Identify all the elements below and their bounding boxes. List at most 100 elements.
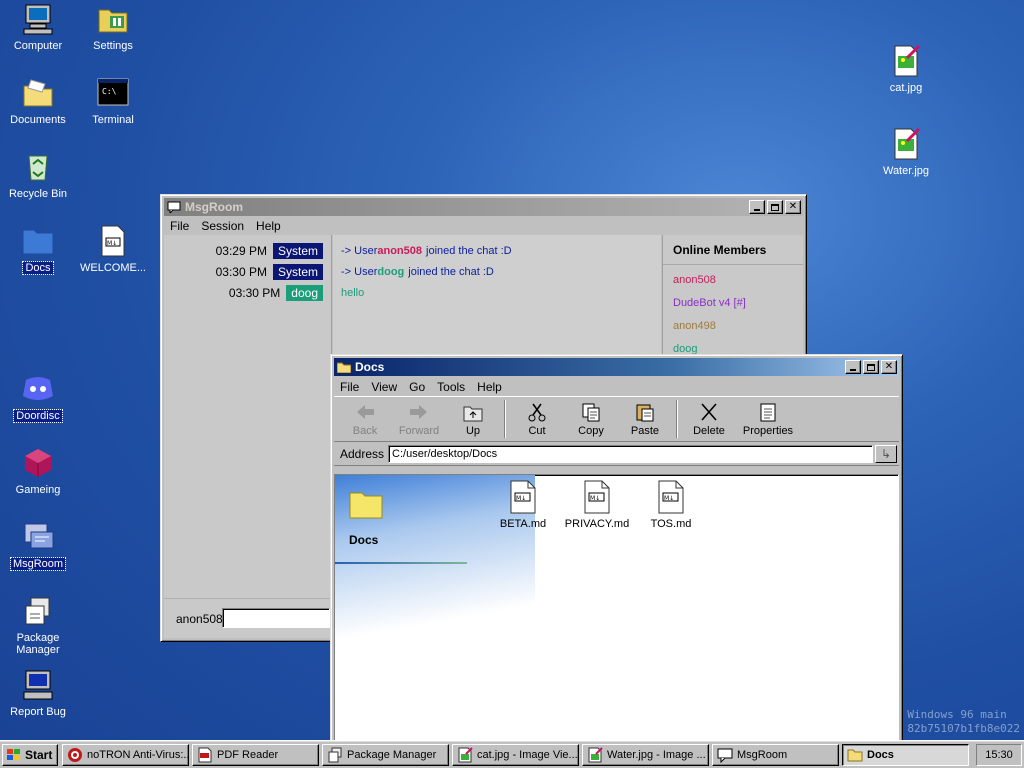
folder-icon bbox=[336, 361, 352, 374]
file-view[interactable]: Docs M↓ BETA.md M↓ PRIVACY.md M↓ TOS.md bbox=[334, 474, 899, 742]
terminal-icon: C:\ bbox=[96, 76, 130, 110]
task-label: PDF Reader bbox=[217, 748, 279, 761]
task-water-image-viewer[interactable]: Water.jpg - Image ... bbox=[582, 743, 709, 766]
file-item-tos[interactable]: M↓ TOS.md bbox=[633, 480, 709, 530]
menu-session[interactable]: Session bbox=[195, 219, 250, 233]
task-label: Water.jpg - Image ... bbox=[607, 748, 706, 761]
file-item-beta[interactable]: M↓ BETA.md bbox=[485, 480, 561, 530]
up-button[interactable]: Up bbox=[446, 397, 500, 441]
markdown-file-icon: M↓ bbox=[657, 480, 685, 514]
desktop-icon-welcome[interactable]: M↓ WELCOME... bbox=[75, 224, 151, 274]
member-item[interactable]: anon498 bbox=[663, 315, 803, 336]
sender-badge[interactable]: System bbox=[272, 264, 323, 280]
copy-button[interactable]: Copy bbox=[564, 397, 618, 441]
image-file-icon bbox=[889, 127, 923, 161]
forward-button[interactable]: Forward bbox=[392, 397, 446, 441]
message-user[interactable]: anon508 bbox=[377, 245, 422, 257]
start-button[interactable]: Start bbox=[2, 743, 58, 766]
windows-logo-icon bbox=[6, 747, 22, 763]
desktop-icon-msgroom[interactable]: MsgRoom bbox=[0, 520, 76, 571]
desktop-icon-recycle-bin[interactable]: Recycle Bin bbox=[0, 150, 76, 200]
desktop-icon-report-bug[interactable]: Report Bug bbox=[0, 668, 76, 718]
task-pdf-reader[interactable]: PDF Reader bbox=[192, 743, 319, 766]
system-tray-clock[interactable]: 15:30 bbox=[976, 743, 1022, 766]
desktop-icon-documents[interactable]: Documents bbox=[0, 76, 76, 126]
address-input[interactable]: C:/user/desktop/Docs bbox=[388, 444, 873, 463]
clock-time: 15:30 bbox=[985, 748, 1013, 761]
desktop-icon-cat-jpg[interactable]: cat.jpg bbox=[868, 44, 944, 94]
message-user[interactable]: doog bbox=[377, 266, 404, 278]
member-item[interactable]: anon508 bbox=[663, 269, 803, 290]
menu-help[interactable]: Help bbox=[250, 219, 287, 233]
maximize-button[interactable] bbox=[767, 200, 783, 214]
desktop-icon-computer[interactable]: Computer bbox=[0, 2, 76, 52]
go-button[interactable]: ↳ bbox=[875, 444, 897, 463]
message-sender-column: 03:29 PM System 03:30 PM System 03:30 PM… bbox=[164, 235, 332, 638]
svg-text:M↓: M↓ bbox=[590, 495, 600, 502]
msgroom-titlebar[interactable]: MsgRoom ✕ bbox=[164, 198, 803, 216]
message-time: 03:29 PM bbox=[215, 244, 267, 258]
desktop-icon-label: Package Manager bbox=[16, 632, 60, 656]
close-button[interactable]: ✕ bbox=[785, 200, 801, 214]
package-icon bbox=[21, 594, 55, 628]
sender-badge[interactable]: doog bbox=[286, 285, 323, 301]
maximize-icon bbox=[771, 203, 779, 211]
svg-text:M↓: M↓ bbox=[516, 495, 526, 502]
minimize-button[interactable] bbox=[749, 200, 765, 214]
task-notron-antivirus[interactable]: noTRON Anti-Virus:... bbox=[62, 743, 189, 766]
menu-tools[interactable]: Tools bbox=[431, 380, 471, 394]
desktop-icon-docs[interactable]: Docs bbox=[0, 224, 76, 275]
menu-help[interactable]: Help bbox=[471, 380, 508, 394]
desktop-icon-gameing[interactable]: Gameing bbox=[0, 446, 76, 496]
menu-view[interactable]: View bbox=[365, 380, 403, 394]
up-folder-icon bbox=[462, 402, 484, 422]
sender-badge[interactable]: System bbox=[272, 243, 323, 259]
close-button[interactable]: ✕ bbox=[881, 360, 897, 374]
back-button[interactable]: Back bbox=[338, 397, 392, 441]
paste-icon bbox=[634, 402, 656, 422]
paste-button[interactable]: Paste bbox=[618, 397, 672, 441]
menu-go[interactable]: Go bbox=[403, 380, 431, 394]
message-time: 03:30 PM bbox=[215, 265, 267, 279]
file-item-privacy[interactable]: M↓ PRIVACY.md bbox=[559, 480, 635, 530]
properties-button[interactable]: Properties bbox=[736, 397, 800, 441]
desktop-icon-label: Computer bbox=[13, 40, 63, 52]
start-label: Start bbox=[25, 747, 53, 762]
current-username[interactable]: anon508 bbox=[176, 612, 223, 626]
desktop-icon-package-manager[interactable]: Package Manager bbox=[0, 594, 76, 656]
build-watermark: Windows 96 main 82b75107b1fb8e022 bbox=[907, 708, 1020, 736]
menu-file[interactable]: File bbox=[334, 380, 365, 394]
task-cat-image-viewer[interactable]: cat.jpg - Image Vie... bbox=[452, 743, 579, 766]
desktop-icon-label: Report Bug bbox=[10, 706, 66, 718]
task-package-manager[interactable]: Package Manager bbox=[322, 743, 449, 766]
desktop-icon-label: Gameing bbox=[15, 484, 61, 496]
folder-icon bbox=[21, 224, 55, 258]
message-text: hello bbox=[341, 287, 365, 299]
markdown-file-icon: M↓ bbox=[509, 480, 537, 514]
desktop-icon-label: Doordisc bbox=[13, 409, 63, 423]
desktop-icon-settings[interactable]: Settings bbox=[75, 2, 151, 52]
toolbar-label: Back bbox=[352, 424, 378, 437]
task-docs[interactable]: Docs bbox=[842, 743, 969, 766]
menu-file[interactable]: File bbox=[164, 219, 195, 233]
desktop-icon-doordisc[interactable]: Doordisc bbox=[0, 372, 76, 423]
docs-titlebar[interactable]: Docs ✕ bbox=[334, 358, 899, 376]
delete-button[interactable]: Delete bbox=[682, 397, 736, 441]
folder-icon bbox=[21, 76, 55, 110]
image-file-icon bbox=[889, 44, 923, 78]
desktop-icon-terminal[interactable]: C:\ Terminal bbox=[75, 76, 151, 126]
message-row: -> User doog joined the chat :D bbox=[333, 262, 661, 282]
message-suffix: joined the chat :D bbox=[426, 245, 512, 257]
maximize-button[interactable] bbox=[863, 360, 879, 374]
minimize-button[interactable] bbox=[845, 360, 861, 374]
desktop-icon-water-jpg[interactable]: Water.jpg bbox=[868, 127, 944, 177]
chat-message-input[interactable] bbox=[222, 608, 330, 628]
message-prefix: -> User bbox=[341, 266, 378, 278]
member-item[interactable]: DudeBot v4 [#] bbox=[663, 292, 803, 313]
cut-button[interactable]: Cut bbox=[510, 397, 564, 441]
minimize-icon bbox=[754, 208, 760, 211]
file-name: PRIVACY.md bbox=[564, 518, 630, 530]
svg-text:C:\: C:\ bbox=[102, 87, 117, 96]
docs-explorer-window[interactable]: Docs ✕ File View Go Tools Help Back Forw… bbox=[330, 354, 903, 746]
task-msgroom[interactable]: MsgRoom bbox=[712, 743, 839, 766]
